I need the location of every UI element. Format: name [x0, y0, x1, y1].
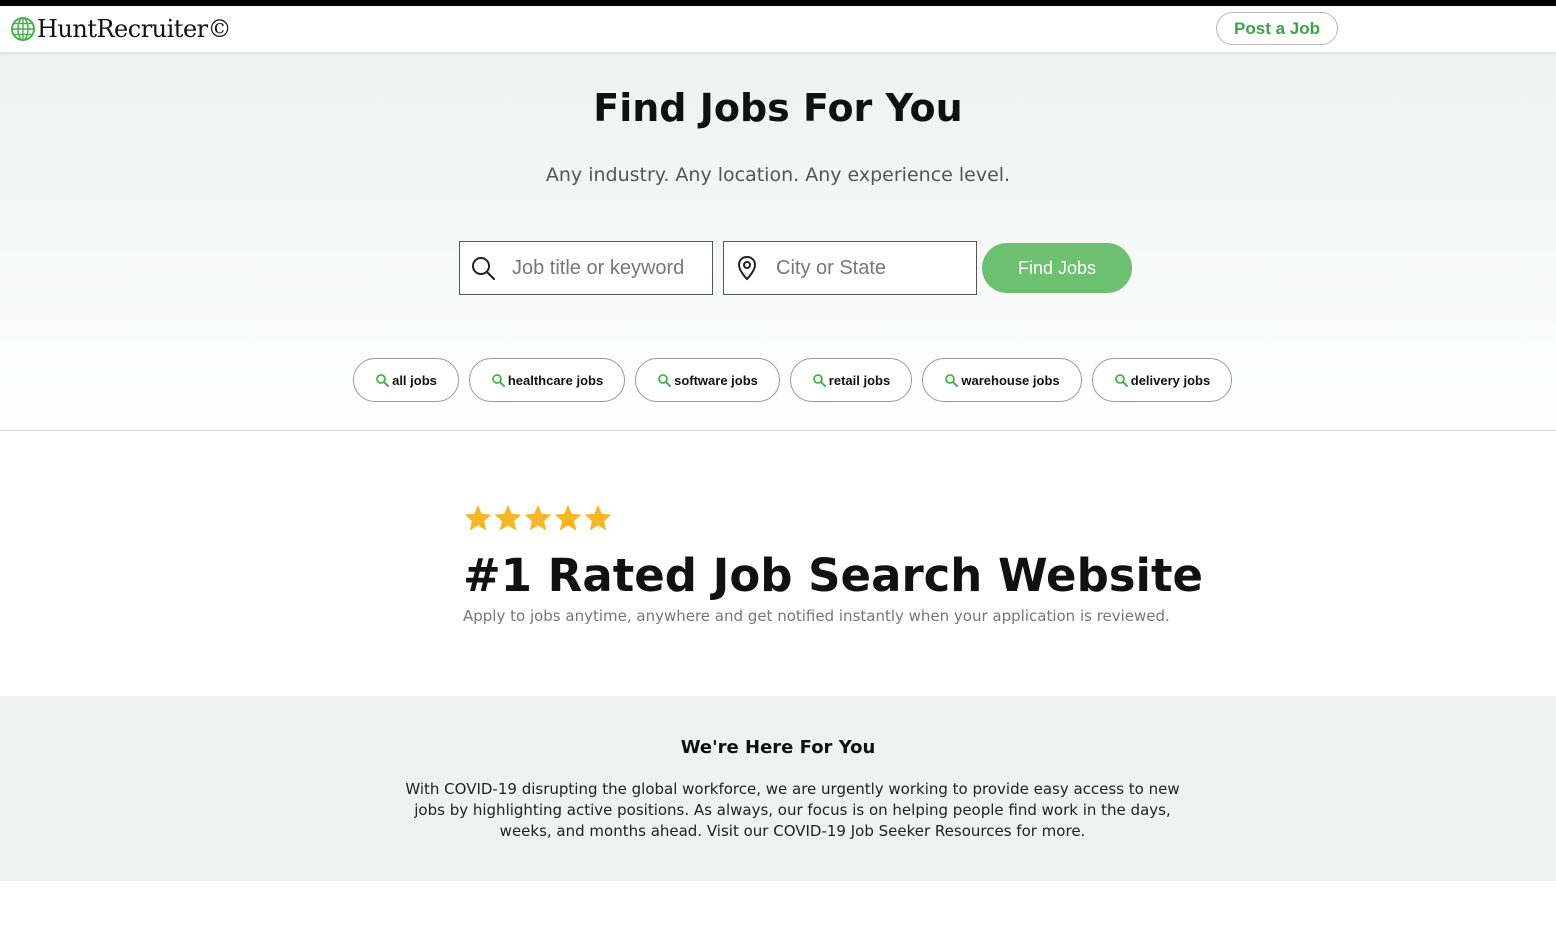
chip-label: healthcare jobs — [507, 372, 604, 388]
search-icon — [376, 374, 390, 387]
site-header: HuntRecruiter© Post a Job — [0, 6, 1556, 52]
logo-text: HuntRecruiter© — [37, 15, 232, 43]
chip-label: warehouse jobs — [961, 372, 1060, 388]
search-icon — [658, 374, 672, 387]
chip-label: software jobs — [674, 372, 758, 388]
page-title: Find Jobs For You — [593, 86, 963, 130]
rated-subtitle: Apply to jobs anytime, anywhere and get … — [463, 607, 1170, 625]
find-jobs-button[interactable]: Find Jobs — [982, 243, 1132, 293]
search-icon — [472, 257, 496, 281]
chip-delivery-jobs[interactable]: delivery jobs — [1092, 358, 1232, 402]
star-icon — [554, 504, 582, 531]
search-icon — [945, 374, 959, 387]
section-title: We're Here For You — [680, 737, 876, 758]
section-text: With COVID-19 disrupting the global work… — [405, 780, 1180, 840]
globe-icon — [11, 17, 35, 41]
hero-section: Find Jobs For You Any industry. Any loca… — [0, 52, 1556, 431]
keyword-input[interactable] — [510, 255, 704, 281]
chip-retail-jobs[interactable]: retail jobs — [790, 358, 912, 402]
star-icon — [494, 504, 522, 531]
covid-info-section: We're Here For You With COVID-19 disrupt… — [0, 696, 1556, 881]
rated-title: #1 Rated Job Search Website — [463, 549, 1204, 602]
star-icon — [464, 504, 492, 531]
location-search-box[interactable] — [723, 241, 977, 295]
post-a-job-button[interactable]: Post a Job — [1216, 12, 1338, 45]
hero-subtitle: Any industry. Any location. Any experien… — [545, 164, 1011, 186]
rating-section: #1 Rated Job Search Website Apply to job… — [0, 431, 1556, 696]
search-icon — [491, 374, 505, 387]
chip-label: retail jobs — [828, 372, 891, 388]
location-input[interactable] — [774, 255, 968, 281]
keyword-search-box[interactable] — [459, 241, 713, 295]
search-icon — [812, 374, 826, 387]
search-icon — [1114, 374, 1128, 387]
map-pin-icon — [737, 255, 757, 281]
star-icon — [524, 504, 552, 531]
chip-label: delivery jobs — [1130, 372, 1211, 388]
job-category-chips: all jobs healthcare jobs software jobs r… — [353, 358, 1242, 402]
chip-software-jobs[interactable]: software jobs — [635, 358, 780, 402]
chip-label: all jobs — [392, 372, 437, 388]
chip-warehouse-jobs[interactable]: warehouse jobs — [922, 358, 1082, 402]
chip-healthcare-jobs[interactable]: healthcare jobs — [469, 358, 625, 402]
five-star-rating — [463, 503, 613, 533]
chip-all-jobs[interactable]: all jobs — [353, 358, 459, 402]
site-logo[interactable]: HuntRecruiter© — [10, 15, 232, 43]
star-icon — [584, 504, 612, 531]
